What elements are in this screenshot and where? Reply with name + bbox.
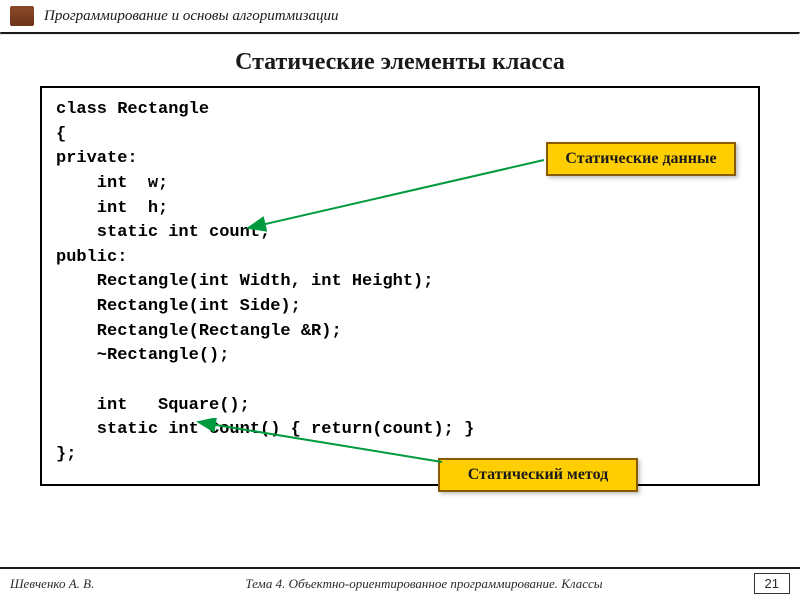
callout-static-method: Статический метод [438,458,638,492]
logo-icon [10,6,34,26]
callout-label: Статический метод [468,466,608,483]
course-title: Программирование и основы алгоритмизации [44,8,339,25]
footer-author: Шевченко А. В. [10,576,94,592]
slide-title: Статические элементы класса [0,49,800,76]
divider-top [0,32,800,35]
header-bar: Программирование и основы алгоритмизации [0,0,800,32]
footer: Шевченко А. В. Тема 4. Объектно-ориентир… [0,567,800,600]
page-number: 21 [754,573,790,594]
footer-topic: Тема 4. Объектно-ориентированное програм… [94,576,753,592]
code-box: class Rectangle { private: int w; int h;… [40,86,760,486]
callout-label: Статические данные [565,150,716,167]
callout-static-data: Статические данные [546,142,736,176]
